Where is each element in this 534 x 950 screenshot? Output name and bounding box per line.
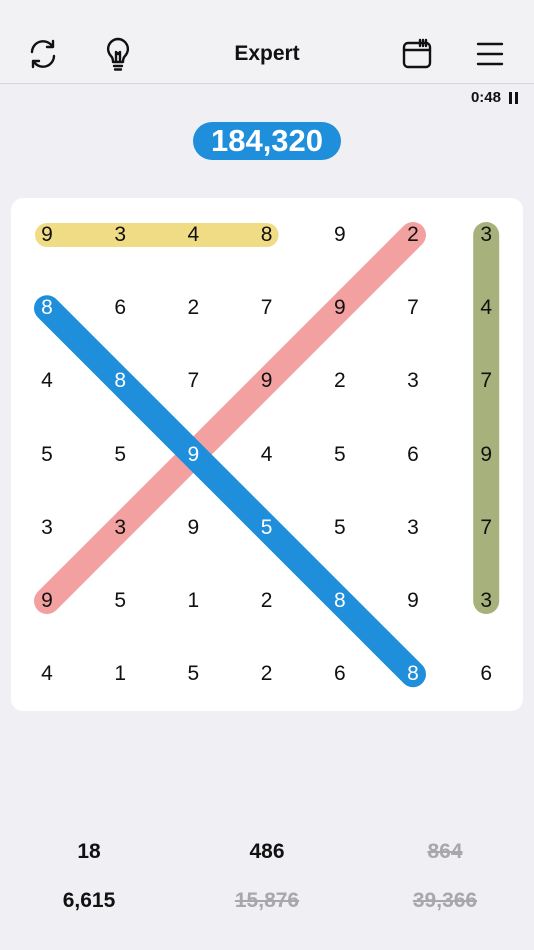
grid-cell[interactable]: 5	[173, 659, 213, 689]
found-word-highlight	[34, 295, 426, 688]
grid-cell[interactable]: 6	[393, 440, 433, 470]
pause-icon[interactable]	[509, 91, 518, 104]
grid-cell[interactable]: 7	[466, 366, 506, 396]
grid-cell[interactable]: 9	[247, 366, 287, 396]
grid-cell[interactable]: 7	[173, 366, 213, 396]
grid-cell[interactable]: 8	[27, 293, 67, 323]
grid-cell[interactable]: 5	[320, 513, 360, 543]
target-number-found: 864	[427, 840, 463, 863]
timer-value: 0:48	[470, 89, 501, 106]
timer: 0:48	[471, 89, 518, 106]
grid-cell[interactable]: 2	[247, 659, 287, 689]
grid-cell[interactable]: 9	[393, 586, 433, 616]
menu-icon[interactable]	[470, 34, 510, 74]
calendar-icon[interactable]	[397, 34, 437, 74]
grid-cell[interactable]: 2	[320, 366, 360, 396]
grid-cell[interactable]: 3	[393, 366, 433, 396]
target-number: 18	[77, 840, 101, 863]
grid-cell[interactable]: 3	[27, 513, 67, 543]
grid-cell[interactable]: 9	[27, 220, 67, 250]
grid-cell[interactable]: 9	[466, 440, 506, 470]
grid-cell[interactable]: 5	[100, 440, 140, 470]
grid-cell[interactable]: 2	[393, 220, 433, 250]
grid-cell[interactable]: 5	[247, 513, 287, 543]
difficulty-title: Expert	[234, 42, 300, 65]
grid-cell[interactable]: 3	[393, 513, 433, 543]
grid-cell[interactable]: 3	[100, 220, 140, 250]
grid-cell[interactable]: 4	[466, 293, 506, 323]
game-board: 9 3 4 8 9 2 3 8 6 2 7 9 7 4 4 8 7 9 2 3 7 5 5 9 4 5 6 9 3 3 9 5 5 3 7 9 5 1 2 8…	[11, 198, 523, 711]
target-number-found: 39,366	[412, 889, 478, 912]
grid-cell[interactable]: 4	[27, 659, 67, 689]
grid-cell[interactable]: 5	[100, 586, 140, 616]
score-badge: 184,320	[193, 122, 341, 160]
target-number-found: 15,876	[234, 889, 300, 912]
grid-cell[interactable]: 2	[173, 293, 213, 323]
grid-cell[interactable]: 4	[27, 366, 67, 396]
grid-cell[interactable]: 8	[393, 659, 433, 689]
grid-cell[interactable]: 6	[466, 659, 506, 689]
grid-cell[interactable]: 9	[320, 220, 360, 250]
grid-cell[interactable]: 2	[247, 586, 287, 616]
grid-cell[interactable]: 1	[173, 586, 213, 616]
top-bar: Expert	[0, 0, 534, 84]
grid-cell[interactable]: 3	[466, 586, 506, 616]
found-word-highlight	[34, 222, 426, 614]
grid-cell[interactable]: 1	[100, 659, 140, 689]
grid-cell[interactable]: 5	[320, 440, 360, 470]
target-number: 6,615	[62, 889, 116, 912]
grid-cell[interactable]: 3	[100, 513, 140, 543]
grid-cell[interactable]: 8	[100, 366, 140, 396]
grid-cell[interactable]: 9	[173, 440, 213, 470]
grid-cell[interactable]: 9	[27, 586, 67, 616]
grid-cell[interactable]: 9	[320, 293, 360, 323]
grid-cell[interactable]: 5	[27, 440, 67, 470]
target-number: 486	[249, 840, 285, 863]
grid-cell[interactable]: 4	[247, 440, 287, 470]
grid-cell[interactable]: 4	[173, 220, 213, 250]
grid-cell[interactable]: 9	[173, 513, 213, 543]
grid-cell[interactable]: 8	[320, 586, 360, 616]
grid-cell[interactable]: 8	[247, 220, 287, 250]
grid-cell[interactable]: 6	[100, 293, 140, 323]
grid-cell[interactable]: 7	[393, 293, 433, 323]
grid-cell[interactable]: 3	[466, 220, 506, 250]
grid-cell[interactable]: 7	[247, 293, 287, 323]
grid-cell[interactable]: 7	[466, 513, 506, 543]
grid-cell[interactable]: 6	[320, 659, 360, 689]
